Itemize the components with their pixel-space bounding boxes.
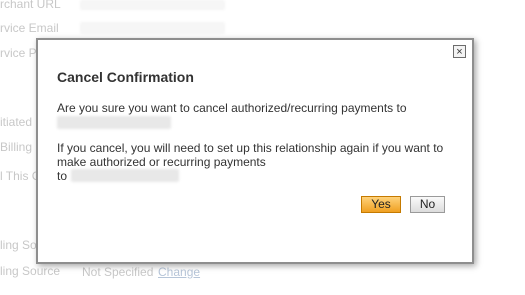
redacted-merchant-name — [57, 116, 171, 129]
no-button[interactable]: No — [410, 196, 445, 213]
dialog-title: Cancel Confirmation — [57, 69, 194, 85]
warning-text-to: to — [57, 169, 68, 183]
warning-text-line2: make authorized or recurring payments — [57, 155, 266, 169]
warning-text-line1: If you cancel, you will need to set up t… — [57, 141, 444, 155]
redacted-merchant-name-2 — [71, 169, 179, 182]
cancel-confirmation-dialog: × Cancel Confirmation Are you sure you w… — [36, 38, 474, 264]
cancel-question-text: Are you sure you want to cancel authoriz… — [57, 101, 407, 115]
yes-button[interactable]: Yes — [361, 196, 401, 213]
close-icon[interactable]: × — [453, 45, 466, 58]
